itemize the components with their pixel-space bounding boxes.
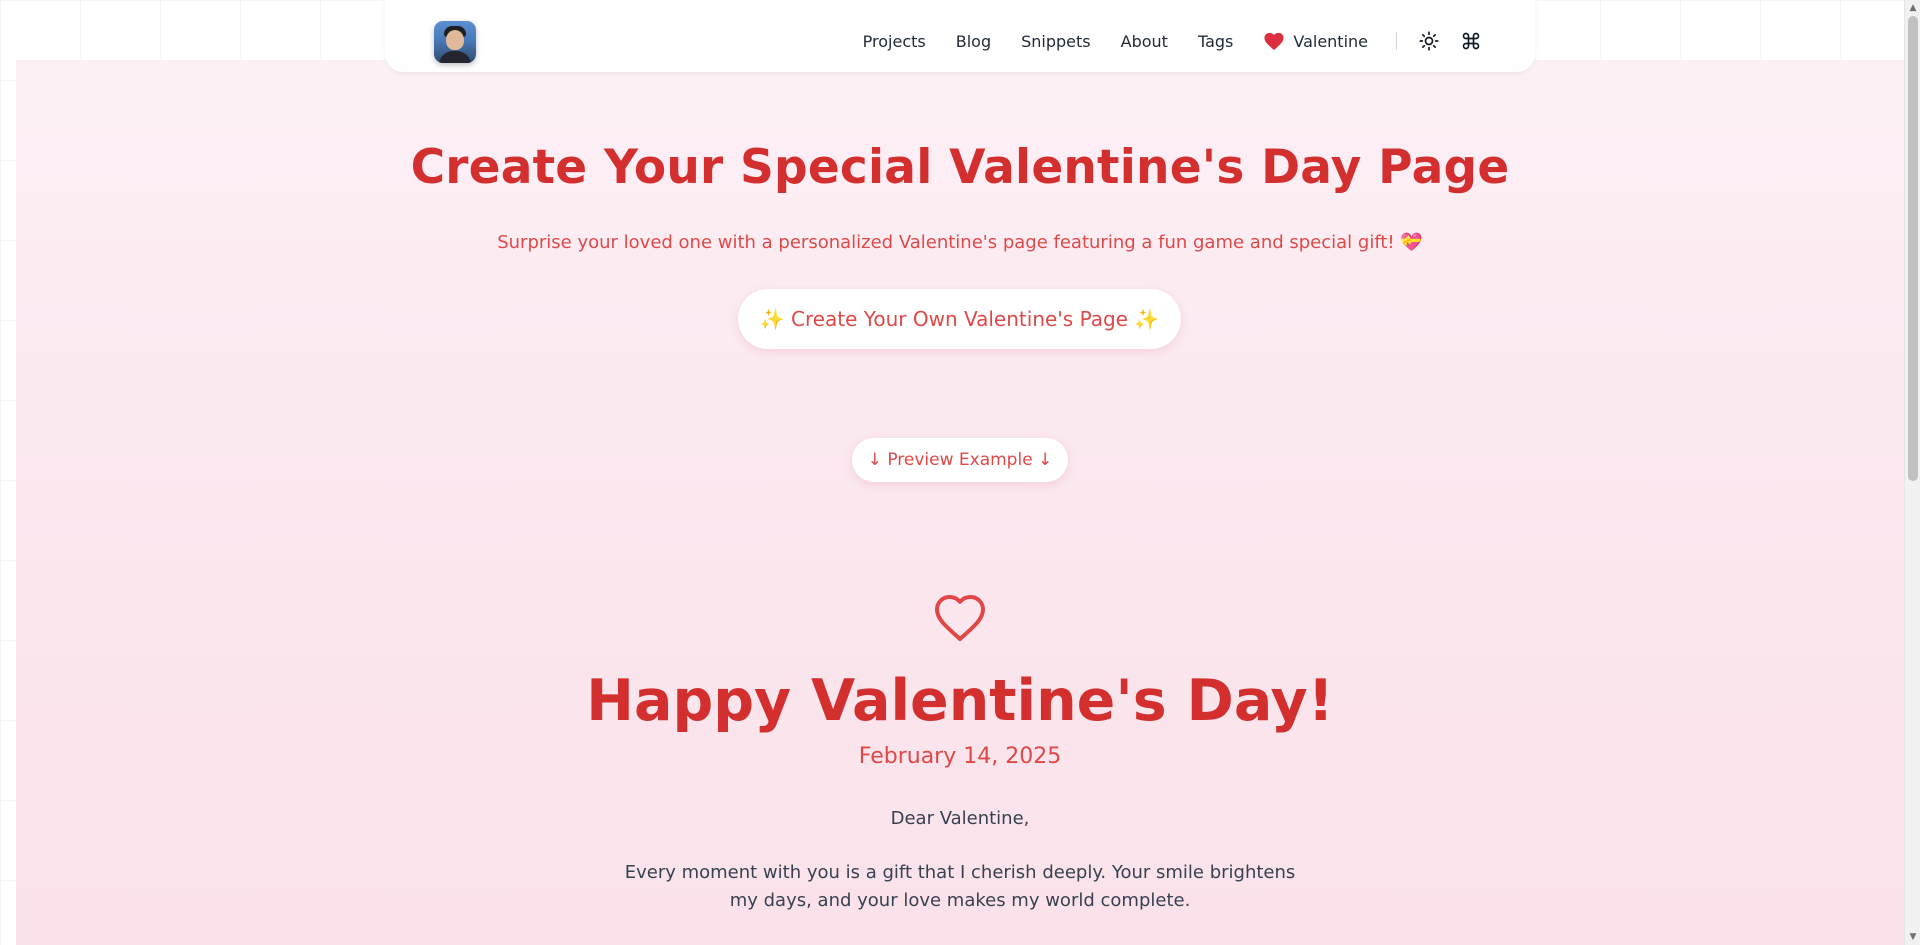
avatar[interactable] (434, 21, 476, 63)
scroll-down-icon[interactable]: ▼ (1905, 929, 1920, 945)
nav-item-valentine-label: Valentine (1293, 31, 1368, 51)
heart-outline-icon (935, 595, 985, 641)
nav-divider (1396, 32, 1397, 50)
nav-item-snippets[interactable]: Snippets (1021, 32, 1091, 51)
navbar: Projects Blog Snippets About Tags Valent… (385, 0, 1535, 72)
preview-example-button[interactable]: ↓ Preview Example ↓ (852, 438, 1068, 482)
card-title: Happy Valentine's Day! (586, 668, 1334, 734)
nav-item-blog[interactable]: Blog (956, 32, 991, 51)
command-icon[interactable] (1461, 31, 1481, 51)
create-page-button[interactable]: ✨ Create Your Own Valentine's Page ✨ (738, 289, 1181, 349)
page-title: Create Your Special Valentine's Day Page (410, 140, 1510, 195)
scroll-up-icon[interactable]: ▲ (1905, 0, 1920, 16)
scrollbar-thumb[interactable] (1908, 16, 1918, 481)
sun-icon[interactable] (1419, 31, 1439, 51)
card-message: Every moment with you is a gift that I c… (624, 862, 1296, 911)
page-subtitle: Surprise your loved one with a personali… (497, 232, 1423, 253)
nav-item-tags[interactable]: Tags (1198, 32, 1233, 51)
card-greeting: Dear Valentine, (890, 808, 1030, 829)
nav-item-valentine[interactable]: Valentine (1263, 31, 1368, 51)
heart-icon (1263, 31, 1285, 51)
vertical-scrollbar[interactable]: ▲ ▼ (1904, 0, 1920, 945)
card-date: February 14, 2025 (858, 744, 1062, 769)
nav-item-projects[interactable]: Projects (863, 32, 926, 51)
nav-links: Projects Blog Snippets About Tags Valent… (833, 0, 1481, 82)
nav-item-about[interactable]: About (1121, 32, 1168, 51)
